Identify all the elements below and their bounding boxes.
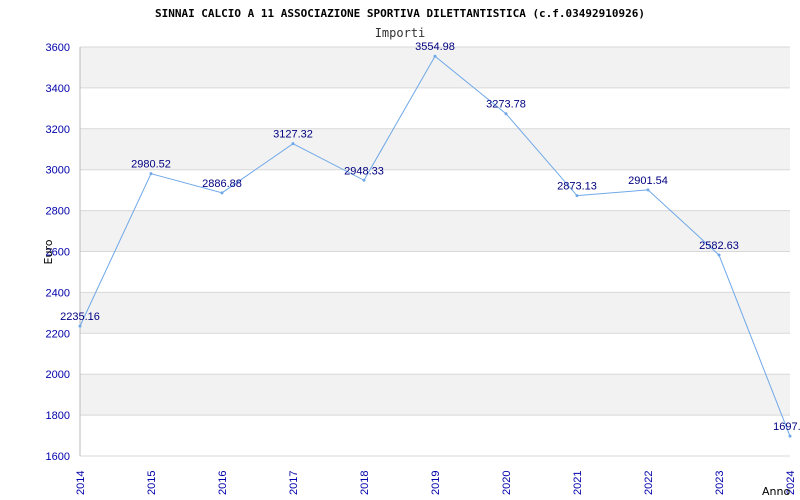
data-point: [504, 112, 508, 116]
data-point: [291, 142, 295, 146]
y-tick-label: 3200: [46, 124, 70, 136]
x-tick-label: 2020: [501, 471, 513, 495]
data-label: 3273.78: [486, 99, 526, 111]
data-label: 3554.98: [415, 41, 455, 53]
data-point: [788, 434, 792, 438]
x-tick-label: 2018: [359, 471, 371, 495]
data-point: [220, 191, 224, 195]
data-point: [717, 253, 721, 257]
background-band: [80, 128, 790, 170]
x-tick-label: 2016: [217, 471, 229, 495]
y-tick-label: 2000: [46, 369, 70, 381]
background-band: [80, 374, 790, 416]
data-point: [575, 194, 579, 198]
data-label: 2235.16: [60, 311, 100, 323]
data-label: 2886.88: [202, 178, 242, 190]
x-tick-label: 2019: [430, 471, 442, 495]
data-point: [78, 324, 82, 328]
y-tick-label: 3400: [46, 83, 70, 95]
data-label: 2948.33: [344, 165, 384, 177]
x-axis-title: Anno: [762, 485, 790, 498]
data-point: [149, 172, 153, 176]
background-band: [80, 292, 790, 334]
y-tick-label: 3000: [46, 165, 70, 177]
chart-subtitle: Importi: [375, 26, 426, 40]
data-label: 2873.13: [557, 181, 597, 193]
background-bands: [80, 47, 790, 416]
data-point: [646, 188, 650, 192]
data-label: 1697.0: [773, 421, 800, 433]
data-point: [362, 178, 366, 182]
y-tick-label: 2400: [46, 287, 70, 299]
chart-title: SINNAI CALCIO A 11 ASSOCIAZIONE SPORTIVA…: [155, 7, 645, 20]
data-label: 2980.52: [131, 159, 171, 171]
y-tick-label: 1800: [46, 410, 70, 422]
y-axis-title: Euro: [42, 239, 55, 264]
x-tick-labels: 2014 2015 2016 2017 2018 2019 2020 2021 2022 2023…: [75, 471, 797, 495]
x-tick-label: 2022: [643, 471, 655, 495]
y-tick-label: 2800: [46, 206, 70, 218]
x-tick-label: 2021: [572, 471, 584, 495]
x-tick-label: 2015: [146, 471, 158, 495]
data-label: 2582.63: [699, 240, 739, 252]
y-tick-label: 1600: [46, 451, 70, 463]
y-tick-label: 3600: [46, 42, 70, 54]
x-tick-label: 2023: [714, 471, 726, 495]
background-band: [80, 210, 790, 252]
x-tick-label: 2017: [288, 471, 300, 495]
data-point: [433, 54, 437, 58]
line-chart: 1600180020002200240026002800300032003400…: [42, 7, 800, 498]
y-tick-label: 2200: [46, 328, 70, 340]
data-label: 2901.54: [628, 175, 668, 187]
data-label: 3127.32: [273, 129, 313, 141]
x-tick-label: 2014: [75, 471, 87, 495]
